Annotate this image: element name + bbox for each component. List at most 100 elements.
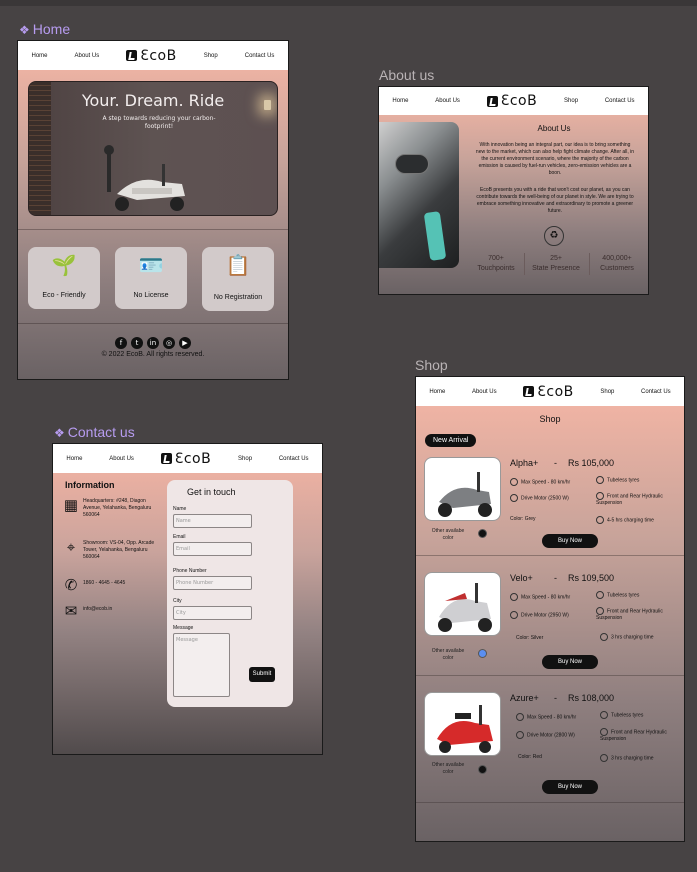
logo-mark-icon [523, 386, 535, 397]
feature-label: No License [133, 292, 169, 299]
youtube-icon[interactable]: ▶ [179, 337, 191, 349]
nav-home[interactable]: Home [32, 53, 48, 59]
spec-tyres-text: Tubeless tyres [607, 592, 640, 599]
nav-shop[interactable]: Shop [564, 98, 578, 104]
spec-suspension-text: Front and Rear Hydraulic Suspension [596, 493, 663, 507]
color-swatch[interactable] [478, 765, 487, 774]
scooter-image [104, 145, 185, 211]
linkedin-icon[interactable]: in [147, 337, 159, 349]
charger-icon [600, 633, 608, 641]
buy-now-button[interactable]: Buy Now [542, 655, 598, 669]
spec-motor: Drive Motor (2800 W) [516, 731, 575, 739]
message-field[interactable]: Message [173, 633, 230, 697]
product-name-separator: - [554, 573, 557, 583]
spec-color: Color: Grey [510, 516, 536, 522]
shop-nav: Home About Us ƐcoB Shop Contact Us [416, 377, 684, 406]
frame-label-contact[interactable]: ❖ Contact us [54, 424, 135, 440]
location-pin-icon: ⌖ [66, 539, 76, 556]
nav-about[interactable]: About Us [109, 456, 134, 462]
logo[interactable]: ƐcoB [126, 48, 176, 64]
spec-suspension: Front and Rear Hydraulic Suspension [596, 607, 676, 622]
battery-icon [510, 494, 518, 502]
city-field[interactable]: City [173, 606, 252, 620]
spec-speed-text: Max Speed - 80 km/hr [527, 714, 577, 721]
product-separator [416, 555, 684, 556]
tyre-icon [596, 476, 604, 484]
speedometer-icon [510, 478, 518, 486]
product-separator [416, 802, 684, 803]
tyre-icon [596, 591, 604, 599]
buy-now-button[interactable]: Buy Now [542, 780, 598, 794]
spec-speed: Max Speed - 80 km/hr [510, 593, 570, 601]
phone-field[interactable]: Phone Number [173, 576, 252, 590]
nav-shop[interactable]: Shop [204, 53, 218, 59]
logo[interactable]: ƐcoB [523, 384, 573, 400]
spec-speed: Max Speed - 80 km/hr [510, 478, 570, 486]
feature-card-license: 🪪 No License [115, 247, 187, 309]
speedometer-icon [510, 593, 518, 601]
product-price: Rs 108,000 [568, 693, 615, 703]
other-colors-label: Other availabe color [431, 648, 465, 661]
scooter-dashboard [395, 154, 429, 174]
nav-home[interactable]: Home [429, 389, 445, 395]
nav-contact[interactable]: Contact Us [605, 98, 635, 104]
logo-text: ƐcoB [174, 450, 212, 467]
nav-about[interactable]: About Us [75, 53, 100, 59]
instagram-icon[interactable]: ◎ [163, 337, 175, 349]
spec-motor-text: Drive Motor (2500 W) [521, 495, 569, 502]
about-paragraph-1: With innovation being an integral part, … [475, 142, 635, 176]
color-swatch[interactable] [478, 649, 487, 658]
submit-button[interactable]: Submit [249, 667, 275, 682]
about-frame: Home About Us ƐcoB Shop Contact Us About… [378, 86, 649, 295]
stat-customers: 400,000+ Customers [585, 254, 648, 274]
name-field[interactable]: Name [173, 514, 252, 528]
nav-home[interactable]: Home [66, 456, 82, 462]
product-card-velo: Velo+ - Rs 109,500 Max Speed - 80 km/hr … [416, 572, 684, 692]
logo-text: ƐcoB [140, 47, 177, 64]
tyre-icon [600, 711, 608, 719]
frame-label-home[interactable]: ❖ Home [19, 21, 70, 37]
frame-label-about-text: About us [379, 67, 435, 83]
facebook-icon[interactable]: f [115, 337, 127, 349]
shop-title: Shop [539, 414, 561, 424]
logo[interactable]: ƐcoB [160, 450, 212, 467]
frame-label-about[interactable]: About us [379, 67, 434, 83]
suspension-icon [596, 607, 604, 615]
city-label: City [173, 598, 182, 604]
spec-tyres-text: Tubeless tyres [611, 712, 644, 719]
nav-home[interactable]: Home [392, 98, 408, 104]
nav-shop[interactable]: Shop [600, 389, 614, 395]
component-diamond-icon: ❖ [54, 426, 65, 440]
hero-banner: Your. Dream. Ride A step towards reducin… [28, 81, 278, 216]
stat-value: 25+ [550, 255, 562, 262]
product-image [424, 692, 501, 756]
scooter-teal-accent [423, 211, 447, 261]
product-name: Azure+ [510, 693, 539, 703]
spec-charging-text: 3 hrs charging time [611, 634, 654, 641]
nav-contact[interactable]: Contact Us [279, 456, 309, 462]
logo[interactable]: ƐcoB [486, 93, 537, 109]
shop-frame: Home About Us ƐcoB Shop Contact Us Shop … [415, 376, 685, 842]
nav-shop[interactable]: Shop [238, 456, 252, 462]
twitter-icon[interactable]: t [131, 337, 143, 349]
name-label: Name [173, 506, 187, 512]
spec-suspension: Front and Rear Hydraulic Suspension [600, 728, 680, 743]
buy-now-button[interactable]: Buy Now [542, 534, 598, 548]
frame-label-shop[interactable]: Shop [415, 357, 448, 373]
feature-label: No Registration [213, 294, 263, 301]
product-price: Rs 109,500 [568, 573, 615, 583]
headquarters-text: Headquarters: #248, Diagon Avenue, Yelah… [83, 498, 152, 518]
nav-about[interactable]: About Us [472, 389, 497, 395]
suspension-icon [600, 728, 608, 736]
phone-label: Phone Number [173, 568, 207, 574]
product-image [424, 457, 501, 521]
email-field[interactable]: Email [173, 542, 252, 556]
color-swatch[interactable] [478, 529, 487, 538]
spec-tyres: Tubeless tyres [596, 591, 639, 599]
plant-hand-icon: 🌱 [51, 255, 77, 277]
message-label: Message [173, 625, 194, 631]
nav-about[interactable]: About Us [435, 98, 460, 104]
mail-icon: ✉ [64, 603, 78, 620]
nav-contact[interactable]: Contact Us [641, 389, 671, 395]
nav-contact[interactable]: Contact Us [245, 53, 275, 59]
